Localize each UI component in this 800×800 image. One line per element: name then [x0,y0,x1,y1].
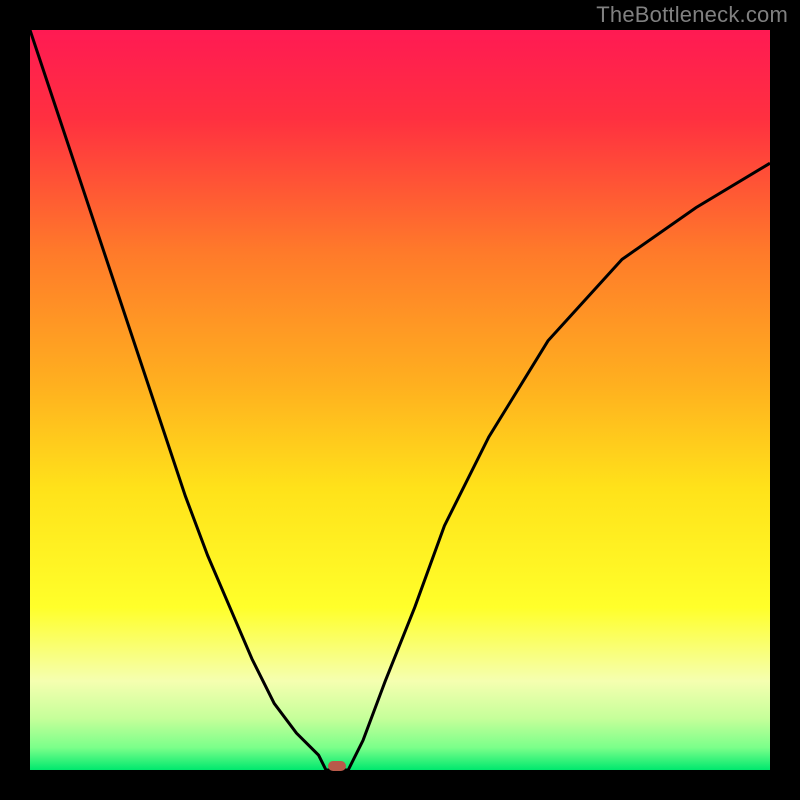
watermark-text: TheBottleneck.com [596,2,788,28]
plot-area [30,30,770,770]
chart-frame: TheBottleneck.com [0,0,800,800]
optimum-marker [328,761,346,771]
gradient-background [30,30,770,770]
